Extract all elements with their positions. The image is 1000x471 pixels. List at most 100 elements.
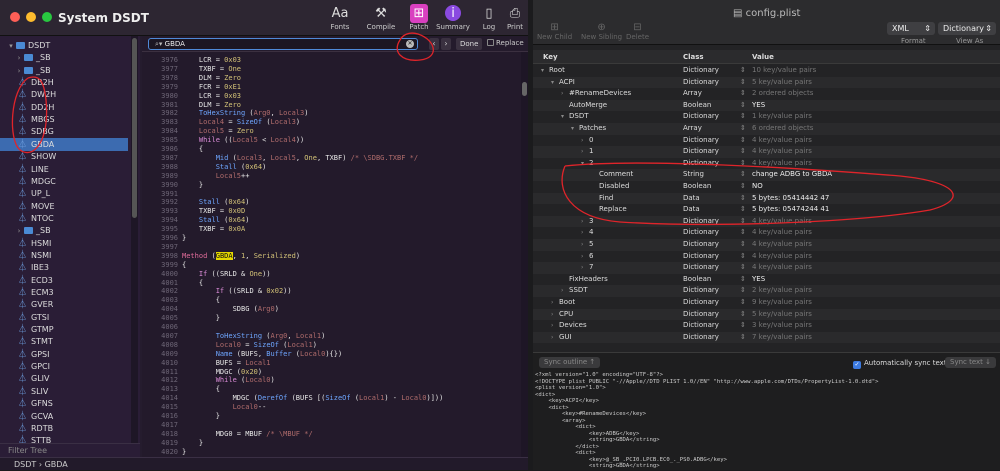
plist-key[interactable]: 2: [589, 158, 593, 170]
plist-row[interactable]: › SSDT Dictionary ⇕ 2 key/value pairs: [533, 285, 1000, 297]
plist-value[interactable]: 5 key/value pairs: [752, 309, 812, 321]
disclosure-icon[interactable]: ›: [551, 320, 553, 332]
plist-row[interactable]: Replace Data ⇕ 5 bytes: 05474244 41: [533, 204, 1000, 216]
sidebar-item-gcva[interactable]: ⏃ GCVA: [0, 410, 128, 423]
plist-value[interactable]: 2 key/value pairs: [752, 285, 812, 297]
code-line[interactable]: DLM = Zero: [182, 101, 241, 109]
plist-key[interactable]: Devices: [559, 320, 587, 332]
plist-class[interactable]: Dictionary: [683, 251, 719, 263]
sidebar-item-dsdt[interactable]: ▾ DSDT: [0, 39, 128, 52]
disclosure-icon[interactable]: ›: [551, 332, 553, 344]
plist-key[interactable]: 0: [589, 135, 593, 147]
disclosure-icon[interactable]: ▾: [561, 111, 564, 123]
sidebar-item-gpsi[interactable]: ⏃ GPSI: [0, 348, 128, 361]
code-line[interactable]: }: [182, 448, 186, 456]
sidebar-item-gtsi[interactable]: ⏃ GTSI: [0, 311, 128, 324]
plist-key[interactable]: DSDT: [569, 111, 589, 123]
plist-value[interactable]: 6 ordered objects: [752, 123, 813, 135]
done-button[interactable]: Done: [456, 38, 483, 50]
xml-source[interactable]: <?xml version="1.0" encoding="UTF-8"?> <!…: [535, 371, 997, 469]
class-stepper-icon[interactable]: ⇕: [740, 65, 746, 77]
plist-row[interactable]: › 1 Dictionary ⇕ 4 key/value pairs: [533, 146, 1000, 158]
class-stepper-icon[interactable]: ⇕: [740, 135, 746, 147]
plist-class[interactable]: Array: [683, 88, 702, 100]
code-editor[interactable]: 3976 LCR = 0x03 3977 TXBF = One 3978 DLM =…: [142, 52, 522, 457]
plist-row[interactable]: › GUI Dictionary ⇕ 7 key/value pairs: [533, 331, 1000, 344]
disclosure-icon[interactable]: ›: [581, 146, 583, 158]
plist-key[interactable]: 1: [589, 146, 593, 158]
code-line[interactable]: }: [182, 439, 203, 447]
class-stepper-icon[interactable]: ⇕: [740, 204, 746, 216]
auto-sync-checkbox[interactable]: ✓ Automatically sync text: [853, 359, 947, 369]
plist-key[interactable]: 4: [589, 227, 593, 239]
format-popup[interactable]: XML ⇕: [887, 22, 935, 35]
class-stepper-icon[interactable]: ⇕: [740, 111, 746, 123]
plist-key[interactable]: FixHeaders: [569, 274, 608, 286]
sidebar-item-move[interactable]: ⏃ MOVE: [0, 200, 128, 213]
plist-row[interactable]: › 5 Dictionary ⇕ 4 key/value pairs: [533, 239, 1000, 251]
plist-value[interactable]: 4 key/value pairs: [752, 262, 812, 274]
plist-value[interactable]: 4 key/value pairs: [752, 216, 812, 228]
plist-key[interactable]: Comment: [599, 169, 633, 181]
sidebar-item-_sb[interactable]: › _SB: [0, 51, 128, 64]
disclosure-icon[interactable]: ▾: [581, 158, 584, 170]
code-line[interactable]: MDGC (0x20): [182, 368, 262, 376]
plist-row[interactable]: › Boot Dictionary ⇕ 9 key/value pairs: [533, 297, 1000, 309]
sidebar-item-up_l[interactable]: ⏃ UP_L: [0, 187, 128, 200]
code-line[interactable]: Method (GBDA, 1, Serialized): [182, 251, 300, 260]
delete-button[interactable]: ⊟ Delete: [626, 22, 649, 41]
code-line[interactable]: SDBG (Arg0): [182, 305, 279, 313]
plist-class[interactable]: Dictionary: [683, 77, 719, 89]
sidebar-item-rdtb[interactable]: ⏃ RDTB: [0, 422, 128, 435]
plist-class[interactable]: Boolean: [683, 274, 711, 286]
key-column-header[interactable]: Key: [543, 50, 558, 64]
code-line[interactable]: Local5 = Zero: [182, 127, 254, 135]
plist-value[interactable]: 7 key/value pairs: [752, 332, 812, 344]
class-stepper-icon[interactable]: ⇕: [740, 100, 746, 112]
code-line[interactable]: ToHexString (Arg0, Local1): [182, 332, 326, 340]
sidebar-item-gver[interactable]: ⏃ GVER: [0, 298, 128, 311]
plist-class[interactable]: Dictionary: [683, 332, 719, 344]
class-stepper-icon[interactable]: ⇕: [740, 285, 746, 297]
plist-value[interactable]: YES: [752, 274, 765, 286]
class-stepper-icon[interactable]: ⇕: [740, 251, 746, 263]
filter-tree-input[interactable]: Filter Tree: [0, 443, 140, 457]
class-stepper-icon[interactable]: ⇕: [740, 158, 746, 170]
plist-value[interactable]: 4 key/value pairs: [752, 251, 812, 263]
plist-row[interactable]: ▾ DSDT Dictionary ⇕ 1 key/value pairs: [533, 111, 1000, 123]
plist-row[interactable]: AutoMerge Boolean ⇕ YES: [533, 99, 1000, 112]
plist-key[interactable]: ACPI: [559, 77, 575, 89]
sidebar-item-dw2h[interactable]: ⏃ DW2H: [0, 88, 128, 101]
zoom-window-icon[interactable]: [42, 12, 52, 22]
code-line[interactable]: Name (BUFS, Buffer (Local0){}): [182, 350, 342, 358]
code-line[interactable]: Stall (0x64): [182, 216, 250, 224]
sidebar-item-gliv[interactable]: ⏃ GLIV: [0, 372, 128, 385]
plist-key[interactable]: Find: [599, 193, 613, 205]
disclosure-icon[interactable]: ›: [581, 239, 583, 251]
plist-class[interactable]: Dictionary: [683, 65, 719, 77]
sidebar-item-gfns[interactable]: ⏃ GFNS: [0, 397, 128, 410]
class-stepper-icon[interactable]: ⇕: [740, 332, 746, 344]
code-line[interactable]: If ((SRLD & 0x02)): [182, 287, 292, 295]
code-line[interactable]: }: [182, 234, 186, 242]
clear-search-icon[interactable]: ✕: [406, 40, 414, 48]
sidebar-item-nsmi[interactable]: ⏃ NSMI: [0, 249, 128, 262]
new-sibling-button[interactable]: ⊕ New Sibling: [581, 22, 622, 41]
toolbar-summary-button[interactable]: i Summary: [436, 4, 470, 31]
plist-row[interactable]: › 7 Dictionary ⇕ 4 key/value pairs: [533, 262, 1000, 274]
plist-class[interactable]: Data: [683, 204, 700, 216]
plist-value[interactable]: 10 key/value pairs: [752, 65, 816, 77]
find-next-button[interactable]: ›: [441, 38, 451, 50]
minimize-window-icon[interactable]: [26, 12, 36, 22]
sidebar-item-dd2h[interactable]: ⏃ DD2H: [0, 101, 128, 114]
plist-value[interactable]: 9 key/value pairs: [752, 297, 812, 309]
code-line[interactable]: Local0 = SizeOf (Local1): [182, 341, 317, 349]
plist-key[interactable]: Patches: [579, 123, 606, 135]
class-stepper-icon[interactable]: ⇕: [740, 88, 746, 100]
plist-value[interactable]: 5 key/value pairs: [752, 77, 812, 89]
plist-class[interactable]: Boolean: [683, 181, 711, 193]
code-line[interactable]: FCR = 0xE1: [182, 83, 241, 91]
sidebar-item-show[interactable]: ⏃ SHOW: [0, 150, 128, 163]
plist-value[interactable]: 1 key/value pairs: [752, 111, 812, 123]
code-line[interactable]: ToHexString (Arg0, Local3): [182, 109, 309, 117]
